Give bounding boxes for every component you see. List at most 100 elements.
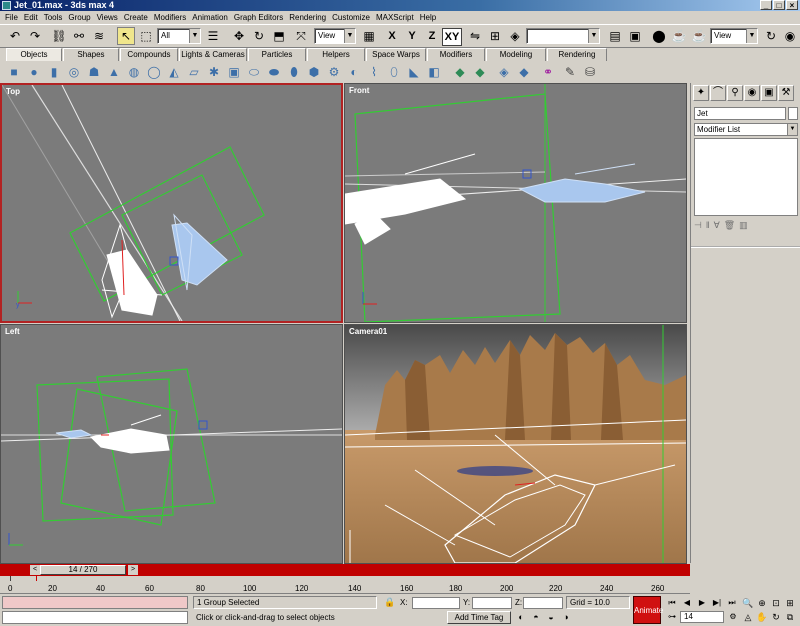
tube-icon[interactable]: ◯ <box>146 64 162 80</box>
boolean-icon[interactable]: ◆ <box>516 64 532 80</box>
lock-icon[interactable]: 🔒 <box>384 597 395 608</box>
menu-maxscript[interactable]: MAXScript <box>373 11 417 24</box>
align-icon[interactable]: ◈ <box>506 27 524 45</box>
nurbs-surface-icon[interactable]: ◆ <box>472 64 488 80</box>
show-end-result-icon[interactable]: ‖ <box>706 220 710 234</box>
viewport-front[interactable]: Front <box>344 83 687 323</box>
menu-animation[interactable]: Animation <box>189 11 231 24</box>
select-region-icon[interactable]: ⬚ <box>137 27 155 45</box>
x-coord-field[interactable] <box>412 597 460 609</box>
snap-icon[interactable]: ◐ <box>515 611 527 623</box>
remove-modifier-icon[interactable]: 🗑 <box>724 220 735 234</box>
selection-filter-dropdown[interactable]: All ▼ <box>157 28 201 44</box>
spinner-snap-icon[interactable]: ◑ <box>560 611 572 623</box>
pin-stack-icon[interactable]: ⊣ <box>694 220 702 234</box>
l-ext-icon[interactable]: ◣ <box>406 64 422 80</box>
menu-edit[interactable]: Edit <box>21 11 41 24</box>
schematic-view-icon[interactable]: ▣ <box>626 27 644 45</box>
select-by-name-icon[interactable]: ☰ <box>204 27 222 45</box>
array-icon[interactable]: ⊞ <box>486 27 504 45</box>
angle-snap-icon[interactable]: ◓ <box>530 611 542 623</box>
key-mode-icon[interactable]: ⊶ <box>666 611 678 623</box>
menu-modifiers[interactable]: Modifiers <box>151 11 189 24</box>
close-button[interactable]: × <box>786 0 798 10</box>
menu-group[interactable]: Group <box>65 11 93 24</box>
next-frame-arrow-icon[interactable]: > <box>128 565 138 575</box>
tab-shapes[interactable]: Shapes <box>63 48 119 61</box>
teapot-icon[interactable]: ☗ <box>86 64 102 80</box>
menu-graph-editors[interactable]: Graph Editors <box>231 11 286 24</box>
make-unique-icon[interactable]: ∀ <box>714 220 720 234</box>
cone-icon[interactable]: ▲ <box>106 64 122 80</box>
pan-icon[interactable]: ✋ <box>756 611 768 623</box>
c-ext-icon[interactable]: ◧ <box>426 64 442 80</box>
display-panel-icon[interactable]: ▣ <box>761 85 777 101</box>
undo-icon[interactable]: ↶ <box>6 27 24 45</box>
track-view-icon[interactable]: ▤ <box>606 27 624 45</box>
viewport-top[interactable]: Top y <box>0 83 343 323</box>
hose-icon[interactable]: ⌇ <box>366 64 382 80</box>
sphere-icon[interactable]: ● <box>26 64 42 80</box>
zoom-extents-all-icon[interactable]: ⊞ <box>784 597 796 609</box>
conform-icon[interactable]: ⛁ <box>582 64 598 80</box>
tab-modifiers[interactable]: Modifiers <box>427 48 485 61</box>
go-to-start-icon[interactable]: ⏮ <box>666 597 678 609</box>
track-bar[interactable]: 0 20 40 60 80 100 120 140 160 180 200 22… <box>0 576 690 594</box>
ringwave-icon[interactable]: ◐ <box>346 64 362 80</box>
viewport-left[interactable]: Left <box>0 324 343 564</box>
play-icon[interactable]: ▶ <box>696 597 708 609</box>
select-and-link-icon[interactable]: ⛓ <box>50 27 68 45</box>
configure-sets-icon[interactable]: ▥ <box>739 220 748 234</box>
percent-snap-icon[interactable]: ◒ <box>545 611 557 623</box>
prev-frame-arrow-icon[interactable]: < <box>30 565 40 575</box>
render-last-icon[interactable]: ↻ <box>762 27 780 45</box>
menu-views[interactable]: Views <box>94 11 121 24</box>
restrict-x-button[interactable]: X <box>384 28 400 44</box>
capsule-icon[interactable]: ⬯ <box>386 64 402 80</box>
tab-space-warps[interactable]: Space Warps <box>366 48 426 61</box>
field-of-view-icon[interactable]: ◬ <box>742 611 754 623</box>
unlink-icon[interactable]: ⚯ <box>70 27 88 45</box>
previous-frame-icon[interactable]: ◀ <box>681 597 693 609</box>
menu-rendering[interactable]: Rendering <box>286 11 329 24</box>
tab-helpers[interactable]: Helpers <box>307 48 365 61</box>
time-config-icon[interactable]: ⚙ <box>727 611 739 623</box>
select-and-move-icon[interactable]: ✥ <box>230 27 248 45</box>
motion-panel-icon[interactable]: ◉ <box>744 85 760 101</box>
hedra-icon[interactable]: ✱ <box>206 64 222 80</box>
gear-icon[interactable]: ⚙ <box>326 64 342 80</box>
mirror-icon[interactable]: ⇋ <box>466 27 484 45</box>
modifier-list-dropdown[interactable]: Modifier List ▼ <box>694 123 798 136</box>
add-time-tag-button[interactable]: Add Time Tag <box>447 611 511 624</box>
tab-particles[interactable]: Particles <box>248 48 306 61</box>
active-shade-icon[interactable]: ◉ <box>781 27 799 45</box>
tab-objects[interactable]: Objects <box>6 48 62 61</box>
current-frame-field[interactable]: 14 <box>680 611 724 623</box>
gengon-icon[interactable]: ⬢ <box>306 64 322 80</box>
box-icon[interactable]: ■ <box>6 64 22 80</box>
orbit-icon[interactable]: ↻ <box>770 611 782 623</box>
modifier-stack[interactable] <box>694 138 798 216</box>
z-coord-field[interactable] <box>523 597 563 609</box>
time-slider[interactable]: < 14 / 270 > <box>0 564 690 576</box>
redo-icon[interactable]: ↷ <box>26 27 44 45</box>
menu-create[interactable]: Create <box>121 11 151 24</box>
spindle-icon[interactable]: ⬮ <box>286 64 302 80</box>
object-color-swatch[interactable] <box>788 107 798 120</box>
restrict-xy-button[interactable]: XY <box>442 28 462 46</box>
menu-help[interactable]: Help <box>417 11 439 24</box>
animate-button[interactable]: Animate <box>633 596 663 624</box>
create-panel-icon[interactable]: ✦ <box>693 85 709 101</box>
modify-panel-icon[interactable]: ⌒ <box>710 85 726 101</box>
chamfer-cyl-icon[interactable]: ⬭ <box>246 64 262 80</box>
oil-tank-icon[interactable]: ⬬ <box>266 64 282 80</box>
menu-customize[interactable]: Customize <box>329 11 373 24</box>
render-scene-icon[interactable]: ☕ <box>670 27 688 45</box>
menu-tools[interactable]: Tools <box>41 11 66 24</box>
geosphere-icon[interactable]: ◍ <box>126 64 142 80</box>
tab-rendering[interactable]: Rendering <box>547 48 607 61</box>
maximize-viewport-icon[interactable]: ⧉ <box>784 611 796 623</box>
plane-icon[interactable]: ▱ <box>186 64 202 80</box>
restrict-z-button[interactable]: Z <box>424 28 440 44</box>
tab-lights-cameras[interactable]: Lights & Cameras <box>179 48 247 61</box>
